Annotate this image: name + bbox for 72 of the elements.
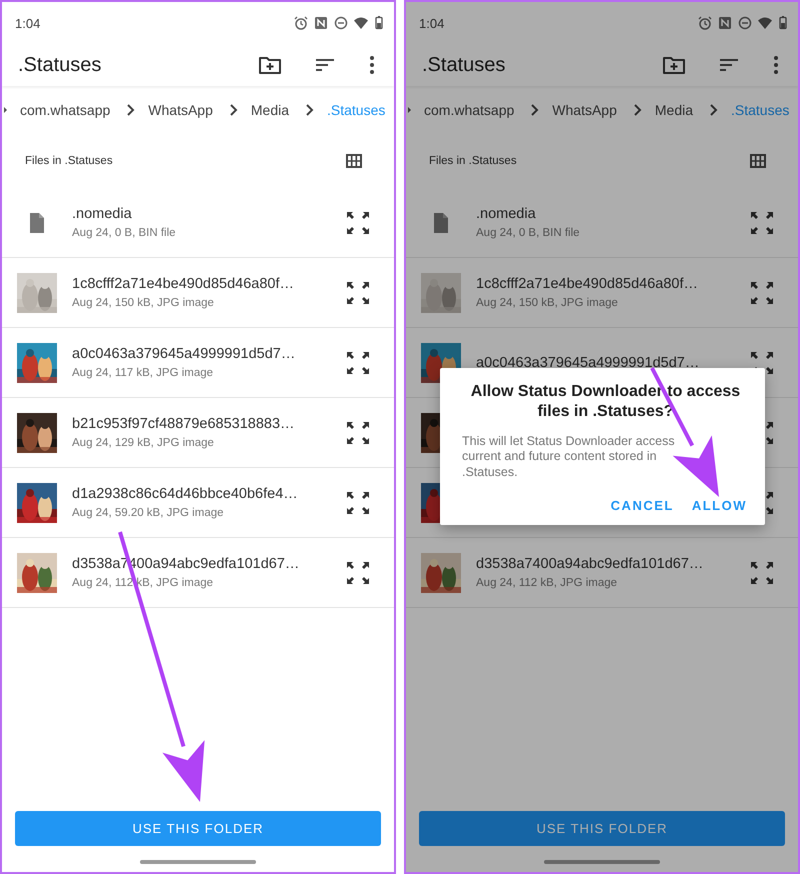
breadcrumb-item[interactable]: Media: [654, 102, 694, 118]
file-name: 1c8cfff2a71e4be490d85d46a80f…: [476, 276, 700, 292]
file-details: Aug 24, 117 kB, JPG image: [72, 367, 214, 379]
section-heading: Files in .Statuses: [25, 155, 113, 167]
expand-icon[interactable]: [750, 210, 774, 234]
status-time: 1:04: [419, 16, 444, 30]
breadcrumb-item[interactable]: .Statuses: [327, 102, 386, 118]
chevron-icon: [530, 103, 540, 117]
file-name: .nomedia: [72, 206, 133, 222]
chevron-icon: [126, 103, 136, 117]
breadcrumb-item[interactable]: com.whatsapp: [20, 102, 110, 118]
grid-view-icon[interactable]: [750, 154, 766, 168]
expand-icon[interactable]: [750, 560, 774, 584]
chevron-icon: [305, 103, 314, 117]
alarm-icon: [294, 16, 308, 30]
chevron-icon: [408, 105, 412, 115]
file-details: Aug 24, 129 kB, JPG image: [72, 437, 215, 449]
battery-icon: [374, 16, 384, 30]
file-name: b21c953f97cf48879e685318883…: [72, 416, 296, 432]
file-name: .nomedia: [476, 206, 537, 222]
screen-title: .Statuses: [18, 54, 102, 76]
dialog-button[interactable]: ALLOW: [690, 494, 749, 517]
status-time: 1:04: [15, 16, 40, 30]
breadcrumb-item[interactable]: WhatsApp: [552, 102, 617, 118]
wifi-icon: [354, 16, 368, 30]
battery-icon: [778, 16, 788, 30]
file-icon: [29, 212, 45, 234]
grid-view-icon[interactable]: [346, 154, 362, 168]
file-details: Aug 24, 0 B, BIN file: [72, 227, 177, 239]
expand-icon[interactable]: [346, 210, 370, 234]
file-name: 1c8cfff2a71e4be490d85d46a80f…: [72, 276, 296, 292]
file-name: a0c0463a379645a4999991d5d7…: [476, 354, 700, 370]
more-menu-icon[interactable]: [772, 54, 780, 76]
breadcrumb-item[interactable]: Media: [250, 102, 290, 118]
chevron-icon: [228, 103, 238, 117]
dialog-button[interactable]: CANCEL: [608, 494, 676, 517]
do-not-disturb-icon: [334, 16, 348, 30]
screen-title: .Statuses: [422, 54, 506, 76]
section-heading: Files in .Statuses: [429, 155, 517, 167]
expand-icon[interactable]: [750, 350, 774, 374]
use-folder-button[interactable]: USE THIS FOLDER: [15, 811, 381, 846]
expand-icon[interactable]: [750, 280, 774, 304]
file-icon: [433, 212, 449, 234]
alarm-icon: [698, 16, 712, 30]
new-folder-icon[interactable]: [662, 54, 686, 76]
file-name: d1a2938c86c64d46bbce40b6fe4…: [72, 486, 299, 502]
expand-icon[interactable]: [346, 350, 370, 374]
expand-icon[interactable]: [346, 420, 370, 444]
expand-icon[interactable]: [346, 490, 370, 514]
more-menu-icon[interactable]: [368, 54, 376, 76]
chevron-icon: [709, 103, 718, 117]
dialog-title: Allow Status Downloader to access files in .Statuses?: [470, 382, 742, 422]
breadcrumb-item[interactable]: WhatsApp: [148, 102, 213, 118]
file-details: Aug 24, 59.20 kB, JPG image: [72, 507, 225, 519]
chevron-icon: [632, 103, 642, 117]
file-details: Aug 24, 112 kB, JPG image: [476, 577, 618, 589]
new-folder-icon[interactable]: [258, 54, 282, 76]
expand-icon[interactable]: [346, 560, 370, 584]
file-details: Aug 24, 112 kB, JPG image: [72, 577, 214, 589]
nfc-icon: [314, 16, 328, 30]
wifi-icon: [758, 16, 772, 30]
file-name: a0c0463a379645a4999991d5d7…: [72, 346, 296, 362]
file-details: Aug 24, 150 kB, JPG image: [476, 297, 619, 309]
breadcrumb-item[interactable]: com.whatsapp: [424, 102, 514, 118]
file-name: d3538a7400a94abc9edfa101d67…: [476, 556, 704, 572]
chevron-icon: [4, 105, 8, 115]
dialog-message: This will let Status Downloader access current and future content stored in .Statuses.: [462, 434, 676, 480]
file-details: Aug 24, 0 B, BIN file: [476, 227, 581, 239]
nfc-icon: [718, 16, 732, 30]
file-details: Aug 24, 150 kB, JPG image: [72, 297, 215, 309]
expand-icon[interactable]: [346, 280, 370, 304]
do-not-disturb-icon: [738, 16, 752, 30]
